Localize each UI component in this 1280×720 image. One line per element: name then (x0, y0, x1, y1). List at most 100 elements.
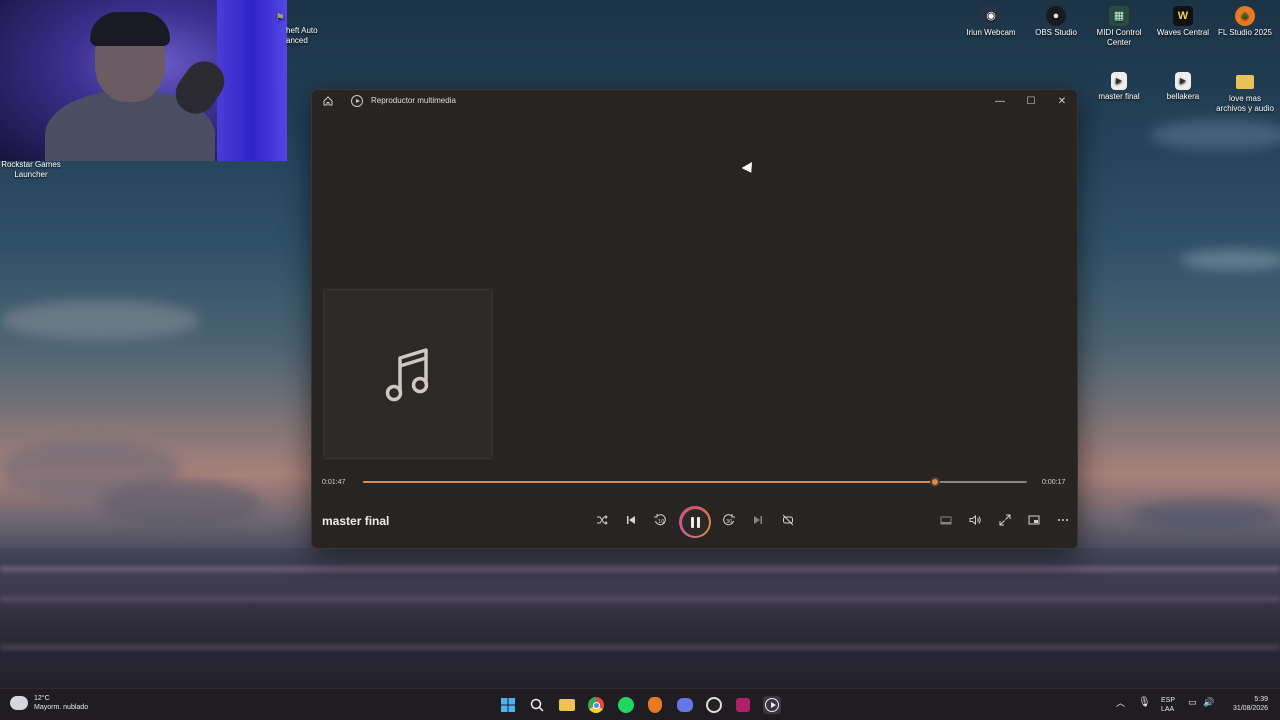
language-indicator[interactable]: ESP LAA (1161, 696, 1175, 714)
media-player-window: Reproductor multimedia — ☐ ✕ 0:01:47 0:0… (311, 89, 1078, 549)
desktop-icon-label: Waves Central (1156, 28, 1210, 37)
media-player-taskbar-icon[interactable] (763, 696, 781, 714)
fullscreen-button[interactable] (995, 510, 1015, 530)
cloud (0, 300, 200, 340)
chrome-icon[interactable] (587, 696, 605, 714)
taskbar: 12°C Mayorm. nublado ︿ 🎙 ESP LAA ▭ 🔊 5:3… (0, 688, 1280, 720)
desktop-icon-iriun[interactable]: ◉ Iriun Webcam (956, 6, 1026, 38)
tray-overflow-icon[interactable]: ︿ (1116, 699, 1125, 708)
seek-bar[interactable] (363, 477, 1027, 487)
cloud (1150, 120, 1280, 150)
desktop-icon-label: MIDI Control Center (1096, 28, 1142, 47)
weather-desc: Mayorm. nublado (34, 704, 89, 711)
weather-widget[interactable]: 12°C Mayorm. nublado (10, 694, 88, 712)
pause-icon (681, 508, 709, 536)
desktop-icon-midi[interactable]: ▦ MIDI Control Center (1084, 6, 1154, 48)
lang-bottom: LAA (1161, 706, 1175, 713)
audio-app-icon[interactable] (734, 696, 752, 714)
fl-studio-icon: ♣ (1235, 6, 1255, 26)
next-button[interactable] (748, 510, 768, 530)
desktop-icon-label: master final (1098, 92, 1140, 101)
pause-button[interactable] (679, 506, 711, 538)
media-file-icon: ▶ (1175, 72, 1191, 90)
clock-time: 5:39 (1254, 696, 1268, 703)
weather-temp: 12°C (34, 695, 50, 702)
clock-date: 31/08/2026 (1232, 705, 1268, 712)
close-button[interactable]: ✕ (1047, 90, 1077, 112)
titlebar: Reproductor multimedia — ☐ ✕ (312, 90, 1077, 112)
previous-icon (627, 516, 635, 524)
fullscreen-icon (999, 514, 1011, 526)
home-icon[interactable] (322, 95, 334, 107)
spotify-icon[interactable] (617, 696, 635, 714)
desktop-icon-label: Iriun Webcam (966, 28, 1016, 37)
volume-button[interactable] (965, 510, 985, 530)
desktop-icon-label: love mas archivos y audio (1216, 94, 1274, 113)
obs-taskbar-icon[interactable] (705, 696, 723, 714)
discord-icon[interactable] (676, 696, 694, 714)
seek-bar-thumb[interactable] (930, 477, 941, 487)
previous-button[interactable] (621, 510, 641, 530)
clock[interactable]: 5:39 31/08/2026 (1222, 695, 1268, 713)
more-icon (1058, 519, 1068, 521)
elapsed-time: 0:01:47 (322, 479, 346, 486)
desktop-icon-obs[interactable]: ● OBS Studio (1021, 6, 1091, 38)
cloud (100, 480, 260, 530)
file-explorer-icon[interactable] (558, 696, 576, 714)
iriun-webcam-icon: ◉ (981, 6, 1001, 26)
shuffle-icon (597, 515, 608, 525)
miniplayer-button[interactable] (936, 510, 956, 530)
gta-icon: ⚑ (275, 12, 285, 24)
repeat-button[interactable] (778, 510, 798, 530)
media-file-icon: ▶ (1111, 72, 1127, 90)
skip-back-button[interactable]: 10 (650, 510, 670, 530)
volume-tray-icon[interactable]: 🔊 (1203, 698, 1214, 707)
network-icon[interactable]: ▭ (1188, 698, 1197, 707)
volume-icon (969, 514, 981, 526)
microphone-icon[interactable]: 🎙 (1138, 698, 1151, 708)
maximize-button[interactable]: ☐ (1016, 90, 1046, 112)
skip-back-10-icon: 10 (654, 514, 666, 526)
grassland (0, 548, 1280, 688)
cloud-icon (10, 696, 28, 710)
window-title: Reproductor multimedia (371, 96, 456, 105)
desktop-icon-label: Rockstar Games Launcher (1, 160, 61, 179)
desktop-icon-label: bellakera (1166, 92, 1200, 101)
waves-icon: W (1173, 6, 1193, 26)
search-icon[interactable] (528, 696, 546, 714)
desktop-icon-label: heft Auto anced (286, 26, 318, 45)
lang-top: ESP (1161, 697, 1176, 704)
desktop-icon-bellakera[interactable]: ▶ bellakera (1148, 72, 1218, 102)
svg-text:30: 30 (726, 519, 732, 525)
miniplayer-icon (940, 516, 952, 525)
desktop-icon-gta[interactable]: ⚑ heft Auto anced (270, 8, 330, 46)
desktop-icon-folder[interactable]: love mas archivos y audio (1210, 72, 1280, 114)
cloud (1130, 500, 1280, 530)
repeat-off-icon (782, 514, 794, 526)
cast-button[interactable] (1024, 510, 1044, 530)
midi-control-icon: ▦ (1109, 6, 1129, 26)
next-icon (754, 516, 762, 524)
folder-icon (1236, 75, 1254, 89)
obs-icon: ● (1046, 6, 1066, 26)
skip-forward-button[interactable]: 30 (719, 510, 739, 530)
seek-bar-fill (363, 481, 936, 483)
desktop-icon-waves[interactable]: W Waves Central (1148, 6, 1218, 38)
skip-forward-30-icon: 30 (723, 514, 735, 526)
desktop-icon-master-final[interactable]: ▶ master final (1084, 72, 1154, 102)
desktop-icon-label: OBS Studio (1035, 28, 1077, 37)
media-player-app-icon (351, 95, 363, 107)
cloud (1180, 250, 1280, 270)
desktop-icon-label: FL Studio 2025 (1218, 28, 1272, 37)
svg-text:10: 10 (658, 519, 664, 525)
minimize-button[interactable]: — (985, 90, 1015, 112)
cast-icon (1028, 515, 1040, 525)
webcam-overlay (0, 0, 287, 161)
remaining-time: 0:00:17 (1042, 479, 1066, 486)
more-button[interactable] (1053, 510, 1073, 530)
shuffle-button[interactable] (592, 510, 612, 530)
fl-studio-taskbar-icon[interactable] (646, 696, 664, 714)
start-icon[interactable] (499, 696, 517, 714)
desktop-icon-rockstar[interactable]: Rockstar Games Launcher (0, 160, 66, 180)
desktop-icon-fl[interactable]: ♣ FL Studio 2025 (1210, 6, 1280, 38)
